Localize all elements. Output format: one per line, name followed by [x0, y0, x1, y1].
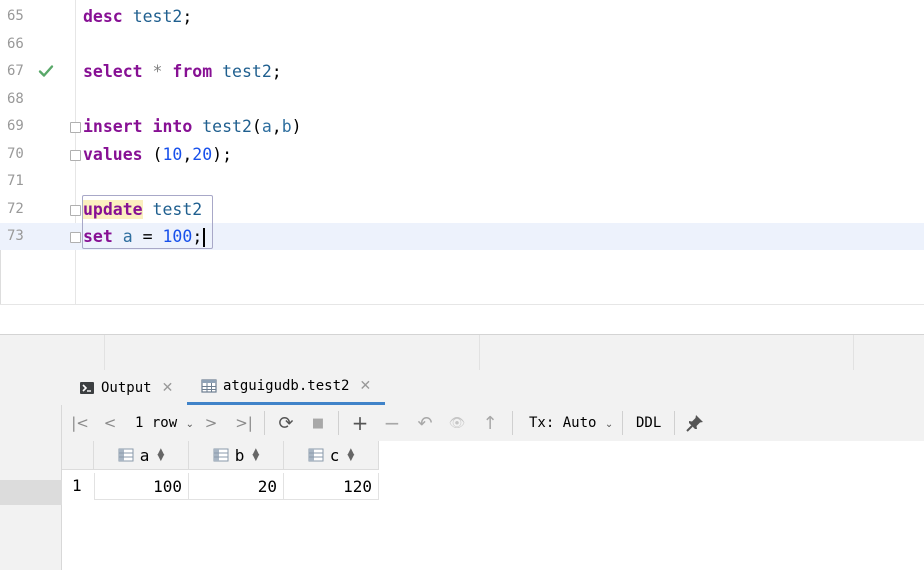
sort-icon[interactable]: ▲ ▼: [157, 448, 164, 463]
pin-icon[interactable]: [685, 413, 705, 433]
chevron-down-icon: ⌄: [185, 419, 194, 430]
tab-label: atguigudb.test2: [223, 378, 350, 394]
fold-end-icon[interactable]: [70, 232, 81, 243]
remove-row-button[interactable]: −: [382, 411, 402, 435]
column-icon: [118, 448, 134, 462]
column-icon: [213, 448, 229, 462]
column-header-a[interactable]: a ▲ ▼: [94, 441, 189, 470]
console-icon: [80, 381, 94, 394]
result-toolbar: |< < 1 row ⌄ > >| ⟳ ■ + − ↶ 👁 ↑ Tx: Auto…: [62, 405, 924, 442]
row-count-selector[interactable]: 1 row ⌄: [135, 413, 194, 433]
line-number: 71: [7, 173, 24, 189]
sql-editor[interactable]: 65 desc test2; 66 67 select * from test2…: [0, 0, 924, 335]
executed-check-icon: [38, 65, 54, 77]
code-line-69[interactable]: 69 insert into test2(a,b): [0, 113, 924, 140]
column-header-c[interactable]: c ▲ ▼: [284, 441, 379, 470]
code-text[interactable]: update test2: [83, 196, 202, 223]
preview-changes-button[interactable]: 👁: [447, 413, 467, 433]
line-number: 70: [7, 146, 24, 162]
text-caret: [203, 228, 206, 247]
table-cell[interactable]: 120: [284, 473, 379, 500]
next-page-button[interactable]: >: [203, 413, 219, 433]
editor-bottom-area[interactable]: [0, 304, 924, 335]
code-text[interactable]: insert into test2(a,b): [83, 113, 302, 140]
last-page-button[interactable]: >|: [233, 413, 255, 433]
code-line-73[interactable]: 73 set a = 100;: [0, 223, 924, 250]
column-header-b[interactable]: b ▲ ▼: [189, 441, 284, 470]
first-page-button[interactable]: |<: [70, 413, 90, 433]
line-number: 65: [7, 8, 24, 24]
line-number: 66: [7, 36, 24, 52]
code-text[interactable]: set a = 100;: [83, 223, 206, 250]
strip-divider: [104, 335, 105, 371]
stop-button[interactable]: ■: [309, 413, 327, 433]
revert-button[interactable]: ↶: [415, 413, 435, 434]
code-text[interactable]: values (10,20);: [83, 141, 232, 168]
previous-page-button[interactable]: <: [102, 413, 118, 433]
tab-output[interactable]: Output ✕: [79, 370, 173, 405]
code-line-66[interactable]: 66: [0, 31, 924, 58]
fold-start-icon[interactable]: [70, 205, 81, 216]
close-icon[interactable]: ✕: [162, 380, 174, 396]
submit-button[interactable]: ↑: [480, 413, 500, 434]
code-line-65[interactable]: 65 desc test2;: [0, 3, 924, 30]
selected-row-marker[interactable]: [0, 480, 62, 505]
toolbar-separator: [674, 411, 675, 435]
table-cell[interactable]: 20: [189, 473, 284, 500]
code-text[interactable]: select * from test2;: [83, 58, 282, 85]
row-number-header: [62, 441, 94, 470]
close-icon[interactable]: ✕: [359, 378, 371, 394]
toolbar-separator: [264, 411, 265, 435]
row-number[interactable]: 1: [62, 473, 94, 499]
ddl-button[interactable]: DDL: [636, 413, 661, 433]
reload-button[interactable]: ⟳: [276, 413, 296, 434]
table-cell[interactable]: 100: [94, 473, 189, 500]
column-icon: [308, 448, 324, 462]
line-number: 67: [7, 63, 24, 79]
code-line-68[interactable]: 68: [0, 86, 924, 113]
code-line-71[interactable]: 71: [0, 168, 924, 195]
chevron-down-icon: ⌄: [604, 419, 614, 430]
line-number: 68: [7, 91, 24, 107]
result-tabs: Output ✕ atguigudb.test2 ✕: [0, 370, 924, 406]
result-grid[interactable]: a ▲ ▼ b ▲ ▼ c ▲ ▼ 1 100 20 120: [62, 441, 924, 570]
table-icon: [201, 379, 217, 393]
code-line-67[interactable]: 67 select * from test2;: [0, 58, 924, 85]
sort-icon[interactable]: ▲ ▼: [252, 448, 259, 463]
code-text[interactable]: desc test2;: [83, 3, 192, 30]
sort-icon[interactable]: ▲ ▼: [347, 448, 354, 463]
fold-start-icon[interactable]: [70, 122, 81, 133]
toolbar-separator: [338, 411, 339, 435]
line-number: 73: [7, 228, 24, 244]
strip-divider: [853, 335, 854, 371]
strip-divider: [479, 335, 480, 371]
line-number: 69: [7, 118, 24, 134]
transaction-mode-selector[interactable]: Tx: Auto ⌄: [529, 413, 613, 433]
tab-label: Output: [101, 379, 152, 396]
code-line-70[interactable]: 70 values (10,20);: [0, 141, 924, 168]
tab-table-test2[interactable]: atguigudb.test2 ✕: [187, 370, 386, 405]
fold-end-icon[interactable]: [70, 150, 81, 161]
splitter-strip[interactable]: [0, 334, 924, 371]
line-number: 72: [7, 201, 24, 217]
toolbar-separator: [512, 411, 513, 435]
add-row-button[interactable]: +: [350, 411, 370, 435]
code-line-72[interactable]: 72 update test2: [0, 196, 924, 223]
toolbar-separator: [622, 411, 623, 435]
